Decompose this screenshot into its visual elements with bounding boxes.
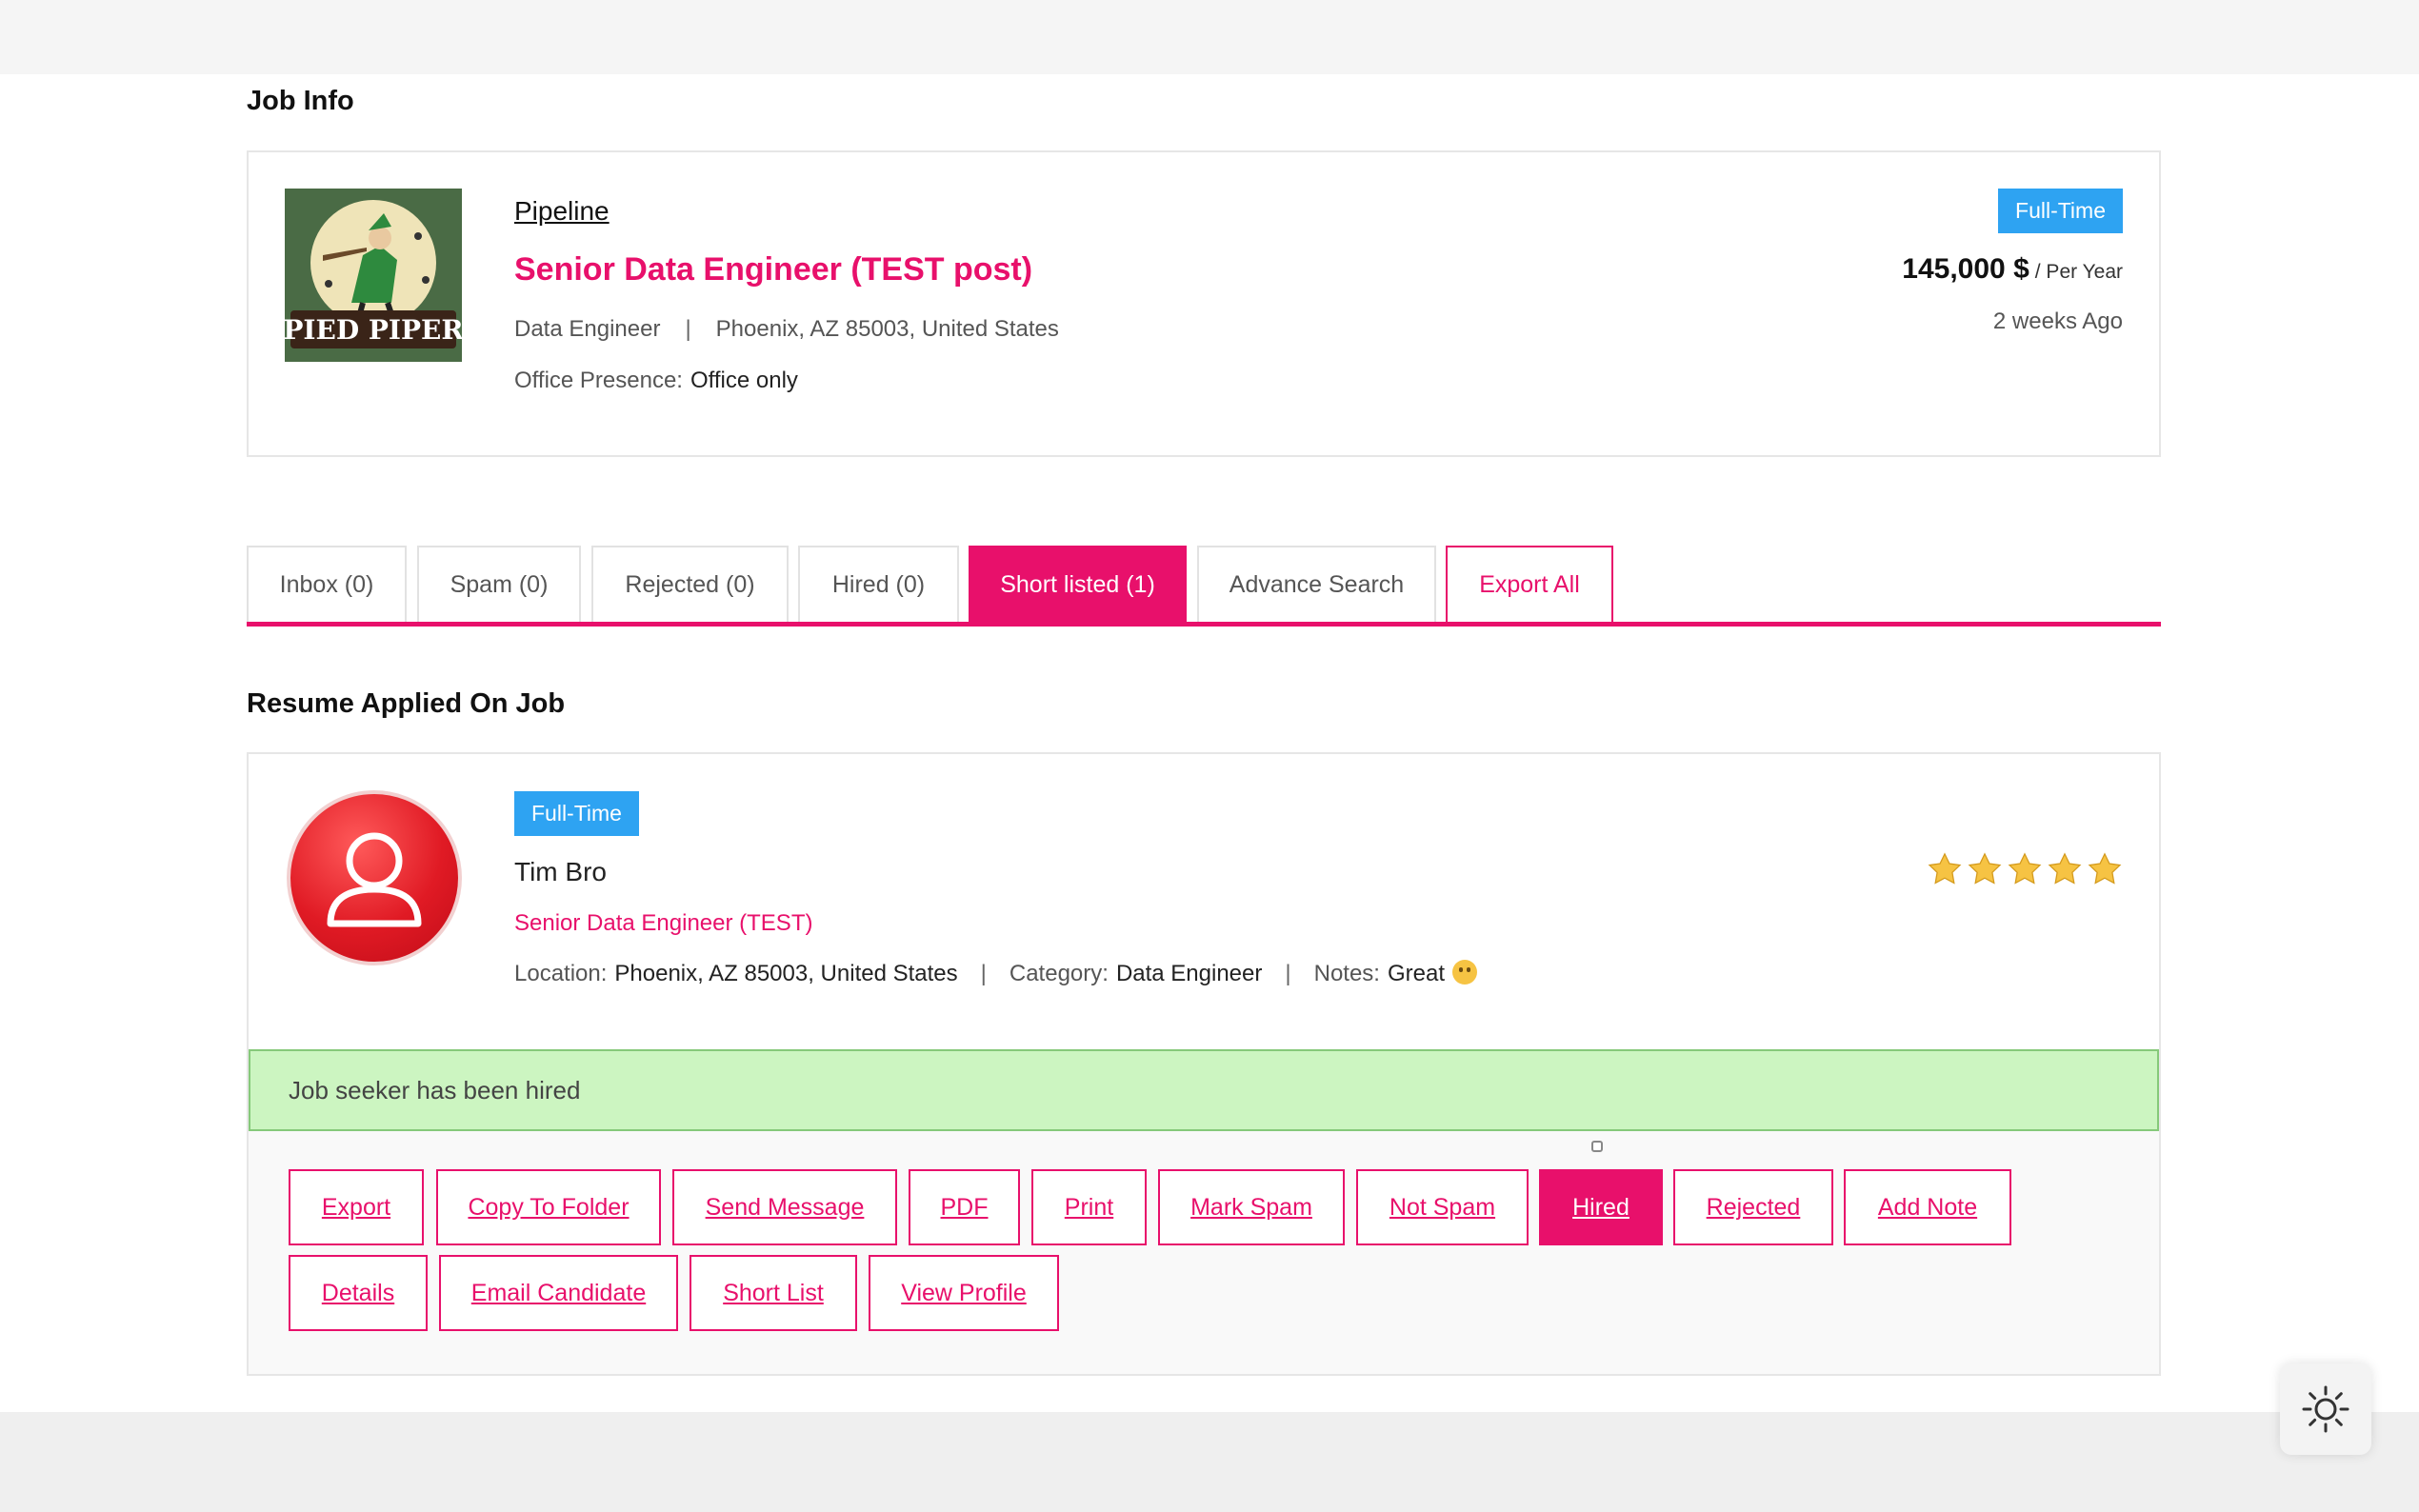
salary-period: / Per Year xyxy=(2034,261,2123,283)
separator: | xyxy=(685,316,691,342)
candidate-applied-role[interactable]: Senior Data Engineer (TEST) xyxy=(514,910,812,937)
star-icon[interactable] xyxy=(2007,851,2043,887)
separator: | xyxy=(980,961,987,986)
company-logo: PIED PIPER xyxy=(285,189,462,362)
not-spam-button[interactable]: Not Spam xyxy=(1356,1169,1529,1245)
job-title[interactable]: Senior Data Engineer (TEST post) xyxy=(514,251,1032,288)
pied-piper-logo-icon: PIED PIPER xyxy=(285,189,462,362)
view-profile-button[interactable]: View Profile xyxy=(869,1255,1059,1331)
rejected-button[interactable]: Rejected xyxy=(1673,1169,1833,1245)
smiling-face-icon xyxy=(1452,960,1478,985)
hired-button[interactable]: Hired xyxy=(1539,1169,1663,1245)
job-meta: Data Engineer | Phoenix, AZ 85003, United … xyxy=(514,316,1059,343)
print-button[interactable]: Print xyxy=(1031,1169,1147,1245)
salary-amount: 145,000 $ xyxy=(1902,253,2029,285)
job-info-heading: Job Info xyxy=(247,86,354,116)
category-label: Category: xyxy=(1009,961,1109,986)
details-button[interactable]: Details xyxy=(289,1255,428,1331)
notes-label: Notes: xyxy=(1313,961,1380,986)
notes-value: Great xyxy=(1387,961,1446,986)
send-message-button[interactable]: Send Message xyxy=(672,1169,897,1245)
tab-advance-search[interactable]: Advance Search xyxy=(1197,546,1436,622)
export-button[interactable]: Export xyxy=(289,1169,424,1245)
resume-card: Full-Time Tim Bro Senior Data Engineer (… xyxy=(247,752,2161,1376)
star-icon[interactable] xyxy=(1927,851,1963,887)
category-value: Data Engineer xyxy=(1115,961,1263,986)
short-list-button[interactable]: Short List xyxy=(690,1255,857,1331)
office-presence-label: Office Presence: xyxy=(514,368,683,393)
office-presence-value: Office only xyxy=(690,368,798,393)
export-all-button[interactable]: Export All xyxy=(1446,546,1613,624)
email-candidate-button[interactable]: Email Candidate xyxy=(439,1255,678,1331)
star-icon[interactable] xyxy=(2087,851,2123,887)
separator: | xyxy=(1285,961,1291,986)
candidate-avatar[interactable] xyxy=(287,790,462,965)
company-link[interactable]: Pipeline xyxy=(514,196,610,227)
job-category: Data Engineer xyxy=(514,316,661,342)
salary: 145,000 $ / Per Year xyxy=(1902,253,2123,286)
job-card: PIED PIPER Pipeline Senior Data Engineer… xyxy=(247,150,2161,457)
candidate-actions: Export Copy To Folder Send Message PDF P… xyxy=(249,1131,2159,1374)
office-presence: Office Presence: Office only xyxy=(514,368,798,394)
pdf-button[interactable]: PDF xyxy=(909,1169,1020,1245)
theme-toggle-button[interactable] xyxy=(2280,1363,2371,1455)
tab-short-listed[interactable]: Short listed (1) xyxy=(969,546,1187,622)
copy-to-folder-button[interactable]: Copy To Folder xyxy=(436,1169,661,1245)
location-value: Phoenix, AZ 85003, United States xyxy=(614,961,958,986)
page-bottom-band xyxy=(0,1412,2419,1512)
star-icon[interactable] xyxy=(1967,851,2003,887)
tab-rejected[interactable]: Rejected (0) xyxy=(591,546,789,622)
page-top-band xyxy=(0,0,2419,76)
application-tabs: Inbox (0) Spam (0) Rejected (0) Hired (0… xyxy=(247,546,2161,627)
candidate-rating[interactable] xyxy=(1927,851,2123,887)
mark-spam-button[interactable]: Mark Spam xyxy=(1158,1169,1345,1245)
job-location: Phoenix, AZ 85003, United States xyxy=(715,316,1059,342)
mouse-cursor-icon xyxy=(1591,1141,1603,1152)
add-note-button[interactable]: Add Note xyxy=(1844,1169,2011,1245)
location-label: Location: xyxy=(514,961,608,986)
candidate-job-type-badge: Full-Time xyxy=(514,791,639,836)
status-message: Job seeker has been hired xyxy=(249,1049,2159,1131)
user-icon xyxy=(327,832,422,927)
sun-icon xyxy=(2302,1385,2349,1433)
tab-hired[interactable]: Hired (0) xyxy=(798,546,959,622)
star-icon[interactable] xyxy=(2047,851,2083,887)
logo-text: PIED PIPER xyxy=(285,314,462,346)
job-type-badge: Full-Time xyxy=(1998,189,2123,233)
tab-spam[interactable]: Spam (0) xyxy=(417,546,581,622)
candidate-name[interactable]: Tim Bro xyxy=(514,857,607,887)
candidate-meta: Location: Phoenix, AZ 85003, United State… xyxy=(514,960,1478,987)
resume-heading: Resume Applied On Job xyxy=(247,688,566,719)
posted-time: 2 weeks Ago xyxy=(1992,308,2123,334)
tab-inbox[interactable]: Inbox (0) xyxy=(247,546,407,622)
